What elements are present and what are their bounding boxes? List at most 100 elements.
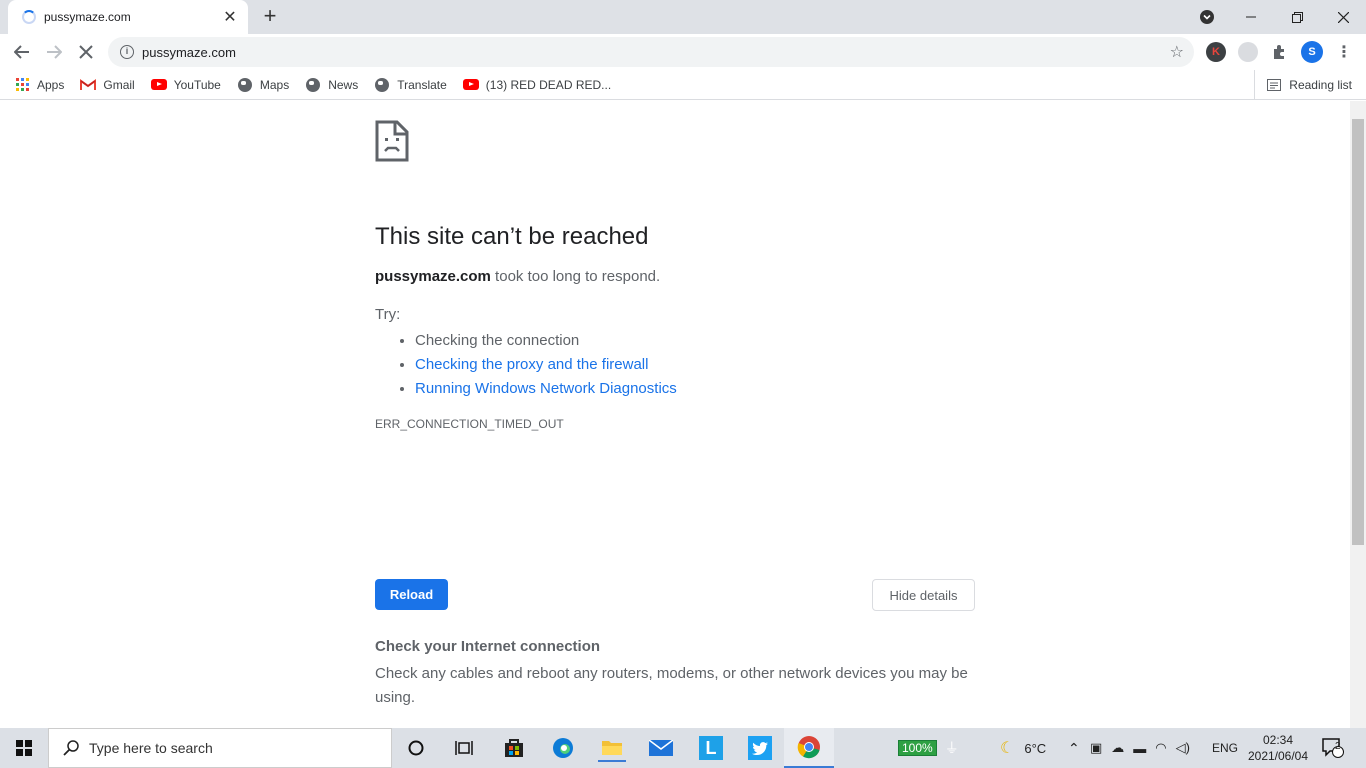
bookmark-label: Maps — [259, 77, 290, 92]
bookmark-red-dead[interactable]: (13) RED DEAD RED... — [462, 77, 611, 93]
back-button[interactable] — [10, 40, 34, 64]
bookmark-news[interactable]: News — [305, 77, 358, 93]
edge-app[interactable] — [549, 734, 577, 762]
cortana-button[interactable] — [402, 734, 430, 762]
tab-close-icon[interactable]: ✕ — [222, 7, 238, 27]
onedrive-icon[interactable]: ☁ — [1111, 740, 1124, 756]
taskbar-search-box[interactable]: Type here to search — [48, 728, 392, 768]
info-icon[interactable]: i — [120, 45, 134, 59]
restore-icon — [1291, 11, 1303, 23]
l-app-icon: L — [699, 736, 723, 760]
stop-loading-button[interactable] — [74, 40, 98, 64]
details-body: Check any cables and reboot any routers,… — [375, 665, 968, 706]
battery-tray-icon[interactable]: ▬ — [1133, 741, 1146, 756]
cortana-icon — [408, 740, 424, 756]
chevron-down-icon — [1200, 10, 1214, 24]
stop-icon — [79, 45, 93, 59]
extension-grey-icon[interactable] — [1238, 42, 1258, 62]
bookmark-youtube[interactable]: YouTube — [150, 77, 221, 93]
bookmark-apps[interactable]: Apps — [14, 77, 64, 93]
task-view-icon — [455, 741, 473, 755]
temperature: 6°C — [1024, 740, 1047, 756]
clock-time: 02:34 — [1262, 733, 1294, 747]
profile-initial: S — [1308, 46, 1316, 58]
reading-list-label: Reading list — [1289, 78, 1352, 92]
suggestion-text: Checking the connection — [415, 332, 580, 349]
youtube-icon — [462, 77, 479, 93]
forward-button[interactable] — [42, 40, 66, 64]
bookmark-translate[interactable]: Translate — [374, 77, 447, 93]
reading-list-icon — [1267, 79, 1282, 91]
store-icon — [505, 739, 523, 757]
store-app[interactable] — [500, 734, 528, 762]
plug-icon: ⏚ — [944, 740, 959, 756]
twitter-icon — [748, 736, 772, 760]
bookmark-gmail[interactable]: Gmail — [80, 77, 135, 93]
more-vertical-icon: ⋮ — [1336, 44, 1352, 61]
taskbar: Type here to search L 100% ⏚ ☾ 6°C ⌃ ▣ ☁… — [0, 728, 1366, 768]
error-message-text: took too long to respond. — [490, 268, 661, 285]
file-explorer-app[interactable] — [598, 734, 626, 762]
menu-button[interactable]: ⋮ — [1334, 42, 1354, 62]
extensions-puzzle-icon[interactable] — [1270, 42, 1290, 62]
wifi-icon[interactable]: ◠ — [1155, 740, 1166, 756]
clock[interactable]: 02:34 2021/06/04 — [1246, 728, 1310, 768]
bookmark-label: Gmail — [103, 77, 135, 92]
sad-page-icon — [375, 120, 409, 162]
error-host: pussymaze.com — [375, 268, 491, 285]
show-hidden-icons-button[interactable]: ⌃ — [1068, 728, 1080, 768]
bookmark-maps[interactable]: Maps — [237, 77, 289, 93]
star-icon[interactable]: ☆ — [1170, 42, 1184, 62]
language-indicator[interactable]: ENG — [1212, 728, 1238, 768]
tray-icons: ▣ ☁ ▬ ◠ ◁) — [1090, 728, 1190, 768]
hide-details-button[interactable]: Hide details — [872, 579, 975, 611]
arrow-right-icon — [47, 45, 62, 59]
start-button[interactable] — [10, 734, 38, 762]
l-app[interactable]: L — [697, 734, 725, 762]
profile-avatar[interactable]: S — [1301, 41, 1323, 63]
chrome-app[interactable] — [784, 728, 834, 768]
globe-icon — [305, 77, 321, 93]
notifications-button[interactable]: 2 — [1322, 728, 1344, 768]
new-tab-button[interactable]: + — [258, 5, 282, 29]
search-icon — [63, 740, 79, 756]
error-code: ERR_CONNECTION_TIMED_OUT — [375, 417, 564, 431]
twitter-app[interactable] — [746, 734, 774, 762]
proxy-firewall-link[interactable]: Checking the proxy and the firewall — [415, 356, 648, 373]
vertical-scrollbar[interactable] — [1350, 101, 1366, 728]
url-text[interactable]: pussymaze.com — [142, 45, 1170, 60]
try-label: Try: — [375, 306, 401, 323]
address-bar[interactable]: i pussymaze.com ☆ — [108, 37, 1194, 67]
youtube-icon — [150, 77, 167, 93]
scrollbar-thumb[interactable] — [1352, 119, 1364, 545]
minimize-icon — [1246, 16, 1256, 18]
tab-search-button[interactable] — [1194, 0, 1220, 34]
error-heading: This site can’t be reached — [375, 223, 649, 250]
volume-icon[interactable]: ◁) — [1176, 740, 1190, 756]
loading-spinner-icon — [22, 10, 36, 24]
bookmark-label: Translate — [397, 77, 447, 92]
bookmark-label: Apps — [37, 77, 65, 92]
mail-icon — [649, 740, 673, 756]
weather-widget[interactable]: ☾ 6°C — [1000, 728, 1046, 768]
search-placeholder: Type here to search — [89, 740, 213, 756]
task-view-button[interactable] — [450, 734, 478, 762]
error-panel: This site can’t be reached pussymaze.com… — [375, 120, 975, 706]
mail-app[interactable] — [647, 734, 675, 762]
battery-indicator[interactable]: 100% ⏚ — [898, 728, 959, 768]
moon-icon: ☾ — [1000, 740, 1015, 757]
minimize-button[interactable] — [1228, 0, 1274, 34]
tab-active[interactable]: pussymaze.com ✕ — [8, 0, 248, 34]
battery-level: 100% — [898, 740, 937, 756]
close-window-button[interactable] — [1320, 0, 1366, 34]
suggestions-list: Checking the connection Checking the pro… — [415, 329, 975, 401]
extension-k-icon[interactable]: K — [1206, 42, 1226, 62]
reading-list-button[interactable]: Reading list — [1254, 70, 1352, 100]
puzzle-icon — [1274, 45, 1284, 59]
extension-initial: K — [1212, 46, 1220, 58]
restore-button[interactable] — [1274, 0, 1320, 34]
reload-button[interactable]: Reload — [375, 579, 448, 610]
meet-now-icon[interactable]: ▣ — [1090, 740, 1102, 756]
network-diagnostics-link[interactable]: Running Windows Network Diagnostics — [415, 380, 677, 397]
tab-strip: pussymaze.com ✕ + — [0, 0, 1366, 34]
